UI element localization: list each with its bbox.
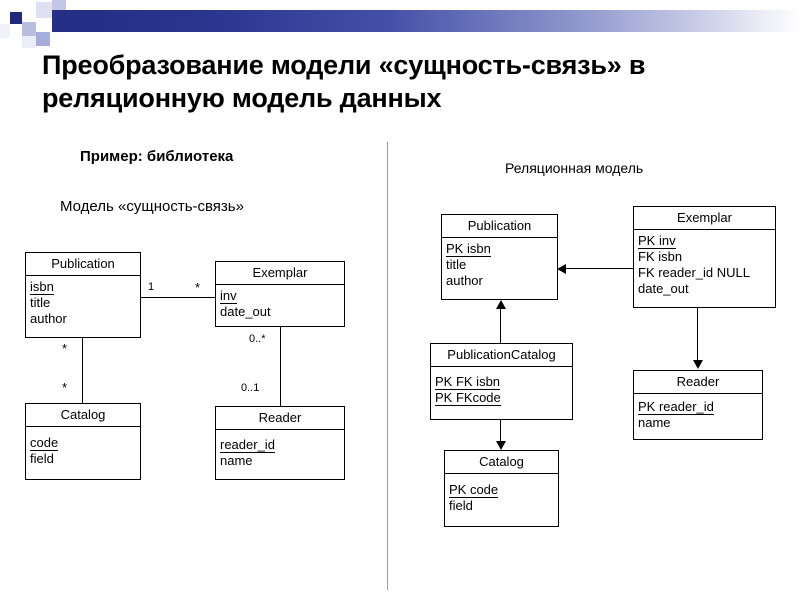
banner-square-1 — [0, 24, 10, 38]
mult-publication-exemplar-near: 1 — [148, 281, 155, 293]
entity-exemplar[interactable]: Exemplar inv date_out — [215, 261, 345, 327]
attribute-row: PK reader_id — [638, 399, 714, 415]
relation-exemplar[interactable]: Exemplar PK inv FK isbn FK reader_id NUL… — [633, 206, 776, 308]
attribute-row: PK FK isbn — [435, 374, 501, 390]
relation-publication[interactable]: Publication PK isbn title author — [441, 214, 558, 300]
connector-publication-exemplar — [140, 297, 216, 298]
mult-publication-catalog-near: * — [62, 341, 68, 356]
connector-exemplar-reader — [280, 327, 281, 406]
attribute-row: code — [30, 435, 59, 451]
connector-publicationcatalog-to-catalog — [500, 420, 501, 442]
entity-catalog-attributes: code field — [26, 427, 140, 469]
attribute-row: author — [446, 273, 483, 288]
banner-square-9 — [52, 32, 62, 42]
attribute-row: name — [220, 453, 253, 468]
banner-square-7 — [22, 36, 36, 48]
entity-publication-title: Publication — [26, 253, 140, 276]
attribute-row: title — [446, 257, 467, 272]
arrow-up-icon — [496, 300, 506, 309]
relation-publicationcatalog-title: PublicationCatalog — [431, 344, 572, 367]
relation-reader-attributes: PK reader_id name — [634, 394, 762, 433]
relation-catalog[interactable]: Catalog PK code field — [444, 450, 559, 527]
banner-square-2 — [10, 12, 22, 24]
connector-exemplar-to-reader — [697, 308, 698, 360]
slide-title: Преобразование модели «сущность-связь» в… — [42, 50, 646, 113]
entity-exemplar-attributes: inv date_out — [216, 285, 344, 322]
relation-publicationcatalog-attributes: PK FK isbn PK FKcode — [431, 367, 572, 408]
banner-square-4 — [36, 2, 52, 18]
attribute-row: isbn — [30, 279, 54, 295]
left-panel-example-caption: Пример: библиотека — [80, 148, 234, 165]
connector-publicationcatalog-to-publication — [500, 309, 501, 343]
attribute-row: inv — [220, 288, 237, 304]
mult-publication-catalog-far: * — [62, 380, 68, 395]
attribute-row: PK inv — [638, 233, 676, 249]
banner-square-6 — [52, 0, 66, 10]
entity-catalog-title: Catalog — [26, 404, 140, 427]
right-panel-caption: Реляционная модель — [505, 160, 644, 176]
banner-square-8 — [36, 32, 50, 46]
attribute-row: FK reader_id NULL — [638, 265, 750, 280]
mult-exemplar-reader-far: 0..1 — [241, 382, 260, 394]
relation-publicationcatalog[interactable]: PublicationCatalog PK FK isbn PK FKcode — [430, 343, 573, 420]
relation-publication-title: Publication — [442, 215, 557, 238]
entity-exemplar-title: Exemplar — [216, 262, 344, 285]
attribute-row: title — [30, 295, 51, 310]
relation-reader[interactable]: Reader PK reader_id name — [633, 370, 763, 440]
arrow-down-icon — [496, 441, 506, 450]
mult-publication-exemplar-far: * — [195, 280, 201, 295]
banner-square-3 — [22, 22, 36, 36]
attribute-row: field — [30, 451, 54, 466]
decorative-header-banner — [0, 0, 800, 48]
entity-catalog[interactable]: Catalog code field — [25, 403, 141, 480]
entity-reader-attributes: reader_id name — [216, 430, 344, 471]
attribute-row: date_out — [638, 281, 689, 296]
entity-reader[interactable]: Reader reader_id name — [215, 406, 345, 480]
entity-publication[interactable]: Publication isbn title author — [25, 252, 141, 338]
attribute-row: PK FKcode — [435, 390, 501, 406]
mult-exemplar-reader-near: 0..* — [249, 333, 266, 345]
relation-exemplar-title: Exemplar — [634, 207, 775, 230]
left-panel-model-caption: Модель «сущность-связь» — [60, 198, 244, 215]
relation-catalog-attributes: PK code field — [445, 474, 558, 516]
connector-publication-catalog — [82, 337, 83, 403]
attribute-row: date_out — [220, 304, 271, 319]
attribute-row: author — [30, 311, 67, 326]
attribute-row: FK isbn — [638, 249, 683, 264]
relation-exemplar-attributes: PK inv FK isbn FK reader_id NULL date_ou… — [634, 230, 775, 299]
attribute-row: name — [638, 415, 671, 430]
attribute-row: reader_id — [220, 437, 275, 453]
arrow-down-icon — [693, 360, 703, 369]
relation-publication-attributes: PK isbn title author — [442, 238, 557, 291]
entity-publication-attributes: isbn title author — [26, 276, 140, 329]
relation-reader-title: Reader — [634, 371, 762, 394]
panel-divider — [387, 142, 388, 590]
connector-exemplar-to-publication — [566, 268, 634, 269]
attribute-row: field — [449, 498, 473, 513]
attribute-row: PK code — [449, 482, 499, 498]
banner-gradient-bar — [52, 10, 800, 32]
relation-catalog-title: Catalog — [445, 451, 558, 474]
arrow-left-icon — [557, 264, 566, 274]
attribute-row: PK isbn — [446, 241, 491, 257]
entity-reader-title: Reader — [216, 407, 344, 430]
